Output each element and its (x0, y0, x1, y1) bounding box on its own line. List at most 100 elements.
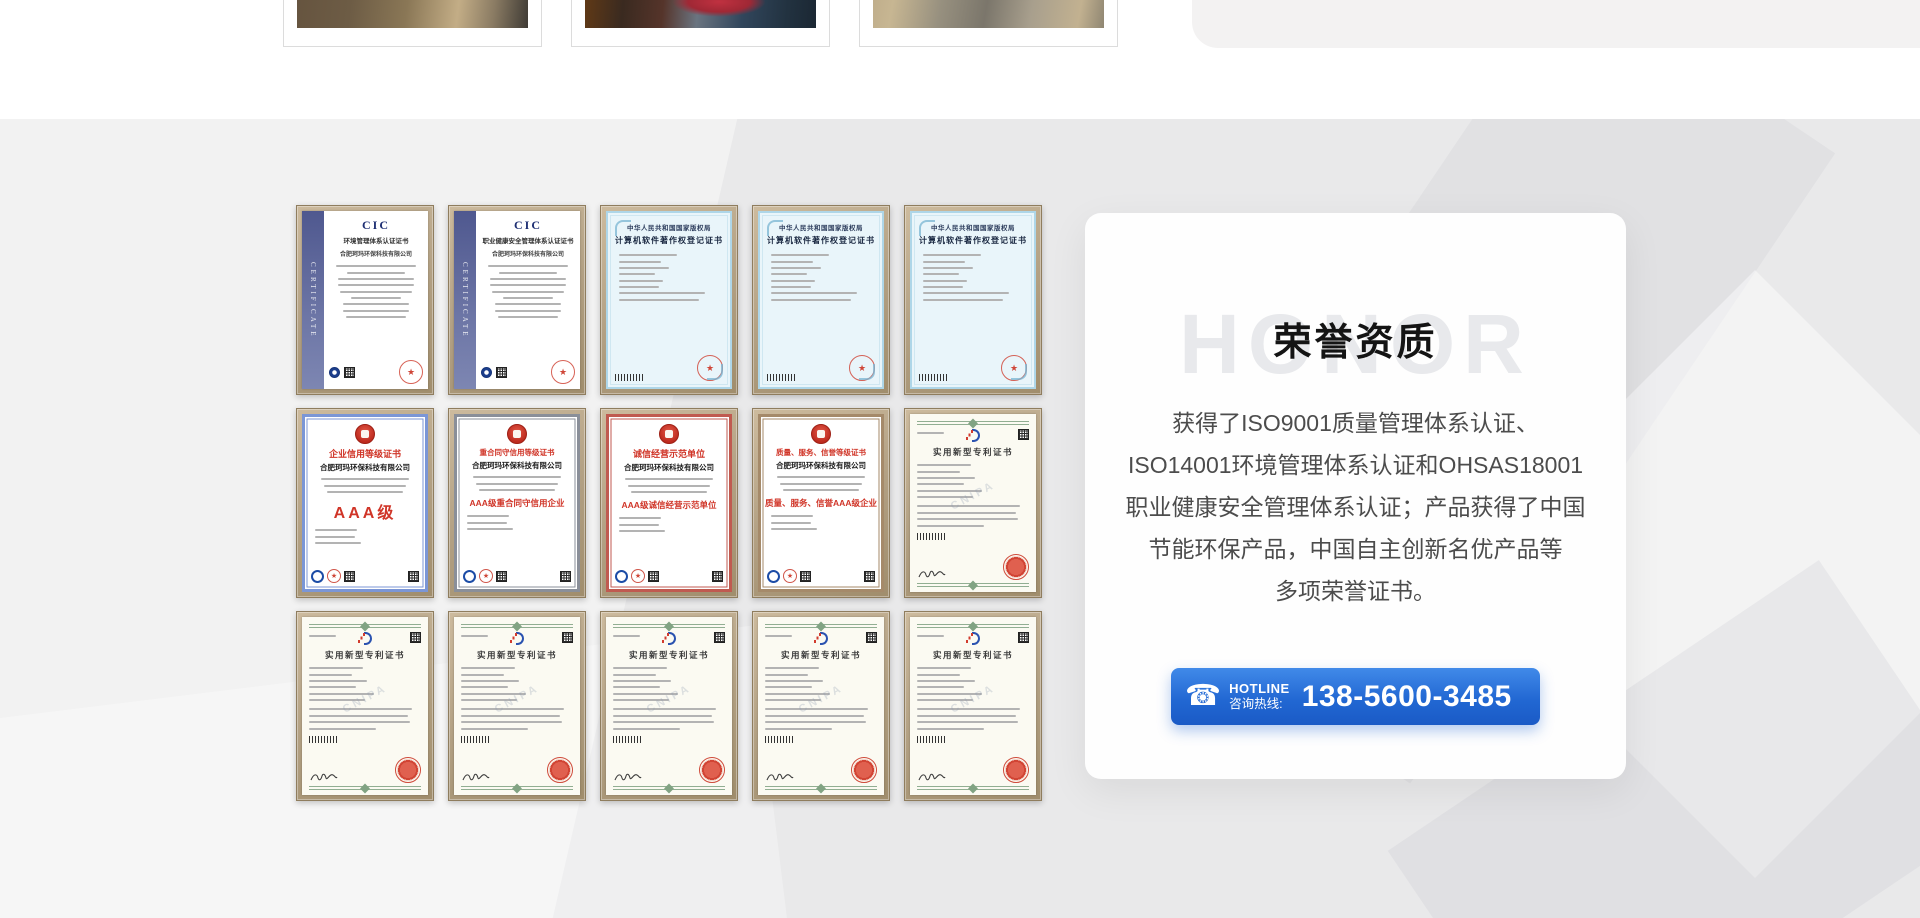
green-flourish (765, 624, 877, 628)
green-flourish (917, 624, 1029, 628)
cnipa-logo-icon (966, 632, 981, 646)
text-line (765, 635, 792, 637)
certificate-card[interactable]: 实用新型专利证书 CNIPA (904, 611, 1042, 801)
barcode-icon (919, 374, 949, 381)
certificate-card[interactable]: CERTIFICATE CIC 职业健康安全管理体系认证证书 合肥珂玛环保科技有… (448, 205, 586, 395)
green-flourish (917, 583, 1029, 587)
credit-logo-icon (311, 570, 324, 583)
credit-logo-icon (615, 570, 628, 583)
national-emblem-seal-icon (1003, 554, 1029, 580)
project-photo-card[interactable] (283, 0, 542, 47)
certificate-card[interactable]: 中华人民共和国国家版权局 计算机软件著作权登记证书 (600, 205, 738, 395)
cnipa-logo-icon (814, 632, 829, 646)
text-line (917, 708, 1020, 710)
certificate-card[interactable]: 实用新型专利证书 CNIPA (904, 408, 1042, 598)
text-line (917, 496, 973, 498)
text-line (917, 477, 975, 479)
text-line (619, 273, 655, 275)
certificate-company: 合肥珂玛环保科技有限公司 (492, 249, 564, 258)
certificate-company: 合肥珂玛环保科技有限公司 (624, 462, 714, 473)
text-line (309, 728, 376, 730)
text-line (917, 490, 982, 492)
certificate-card[interactable]: 中华人民共和国国家版权局 计算机软件著作权登记证书 (752, 205, 890, 395)
red-seal-icon (551, 360, 575, 384)
text-line (461, 667, 515, 669)
text-line (917, 471, 960, 473)
qr-code-icon (866, 632, 877, 643)
certificate-side-text: CERTIFICATE (309, 262, 317, 339)
cic-logo-icon (481, 367, 492, 378)
text-line (917, 432, 944, 434)
text-line (309, 715, 408, 717)
section-title: 荣誉资质 (1085, 321, 1626, 367)
project-photo-card[interactable] (859, 0, 1118, 47)
text-line (917, 674, 960, 676)
text-line (765, 686, 812, 688)
certificate-paper: 诚信经营示范单位 合肥珂玛环保科技有限公司 AAA级诚信经营示范单位 (606, 414, 732, 592)
certificate-title: 环境管理体系认证证书 (344, 235, 409, 245)
text-line (461, 680, 519, 682)
certificate-card[interactable]: 实用新型专利证书 CNIPA (448, 611, 586, 801)
text-line (783, 489, 859, 491)
signature-icon (613, 771, 643, 783)
text-line (315, 542, 361, 544)
text-line (309, 674, 352, 676)
text-line (771, 515, 813, 517)
certificate-side-band: CERTIFICATE (454, 211, 476, 389)
certificate-paper: CERTIFICATE CIC 职业健康安全管理体系认证证书 合肥珂玛环保科技有… (454, 211, 580, 389)
honor-section: CERTIFICATE CIC 环境管理体系认证证书 合肥珂玛环保科技有限公司 … (0, 119, 1920, 918)
text-line (771, 273, 807, 275)
certificate-card[interactable]: CERTIFICATE CIC 环境管理体系认证证书 合肥珂玛环保科技有限公司 (296, 205, 434, 395)
certificate-card[interactable]: 中华人民共和国国家版权局 计算机软件著作权登记证书 (904, 205, 1042, 395)
text-line (771, 280, 815, 282)
text-line (917, 715, 1016, 717)
text-line (321, 478, 410, 480)
text-line (771, 292, 857, 294)
certificate-card[interactable]: 实用新型专利证书 CNIPA (600, 611, 738, 801)
qr-code-icon (496, 367, 507, 378)
certificate-card[interactable]: 实用新型专利证书 CNIPA (296, 611, 434, 801)
text-line (765, 693, 830, 695)
text-line (309, 667, 363, 669)
text-line (343, 310, 409, 312)
certificate-card[interactable]: 质量、服务、信誉等级证书 合肥珂玛环保科技有限公司 质量、服务、信誉AAA级企业 (752, 408, 890, 598)
certificate-title: 计算机软件著作权登记证书 (767, 235, 875, 246)
text-line (461, 708, 564, 710)
text-line (309, 686, 356, 688)
certificate-card[interactable]: 重合同守信用等级证书 合肥珂玛环保科技有限公司 AAA级重合同守信用企业 (448, 408, 586, 598)
text-line (461, 699, 517, 701)
text-line (613, 708, 716, 710)
qr-code-icon (648, 571, 659, 582)
certificate-issuer: 中华人民共和国国家版权局 (779, 222, 863, 232)
qr-code-icon (1018, 632, 1029, 643)
text-line (461, 721, 562, 723)
certificate-company: 合肥珂玛环保科技有限公司 (776, 460, 866, 471)
certificate-title: 企业信用等级证书 (329, 447, 401, 460)
qr-code-icon (562, 632, 573, 643)
qr-code-icon (344, 367, 355, 378)
certificate-card[interactable]: 实用新型专利证书 CNIPA (752, 611, 890, 801)
text-line (917, 505, 1020, 507)
honor-card: HONOR 荣誉资质 获得了ISO9001质量管理体系认证、ISO14001环境… (1085, 213, 1626, 779)
honor-description-line: 多项荣誉证书。 (1275, 570, 1436, 612)
project-photo-card[interactable] (571, 0, 830, 47)
text-line (461, 715, 560, 717)
certificate-card[interactable]: 企业信用等级证书 合肥珂玛环保科技有限公司 AAA级 (296, 408, 434, 598)
certificate-brand: CIC (362, 218, 390, 233)
hotline-button[interactable]: ☎ HOTLINE 咨询热线: 138-5600-3485 (1171, 668, 1540, 725)
text-line (461, 728, 528, 730)
certificate-paper: CERTIFICATE CIC 环境管理体系认证证书 合肥珂玛环保科技有限公司 (302, 211, 428, 389)
text-line (461, 635, 488, 637)
certificate-card[interactable]: 诚信经营示范单位 合肥珂玛环保科技有限公司 AAA级诚信经营示范单位 (600, 408, 738, 598)
text-line (917, 721, 1018, 723)
text-line (917, 680, 975, 682)
text-line (765, 728, 832, 730)
text-line (309, 721, 410, 723)
text-line (923, 299, 1003, 301)
text-line (619, 261, 661, 263)
certificate-paper: 重合同守信用等级证书 合肥珂玛环保科技有限公司 AAA级重合同守信用企业 (454, 414, 580, 592)
text-line (340, 291, 411, 293)
text-line (625, 478, 714, 480)
text-line (338, 284, 413, 286)
text-line (771, 528, 817, 530)
